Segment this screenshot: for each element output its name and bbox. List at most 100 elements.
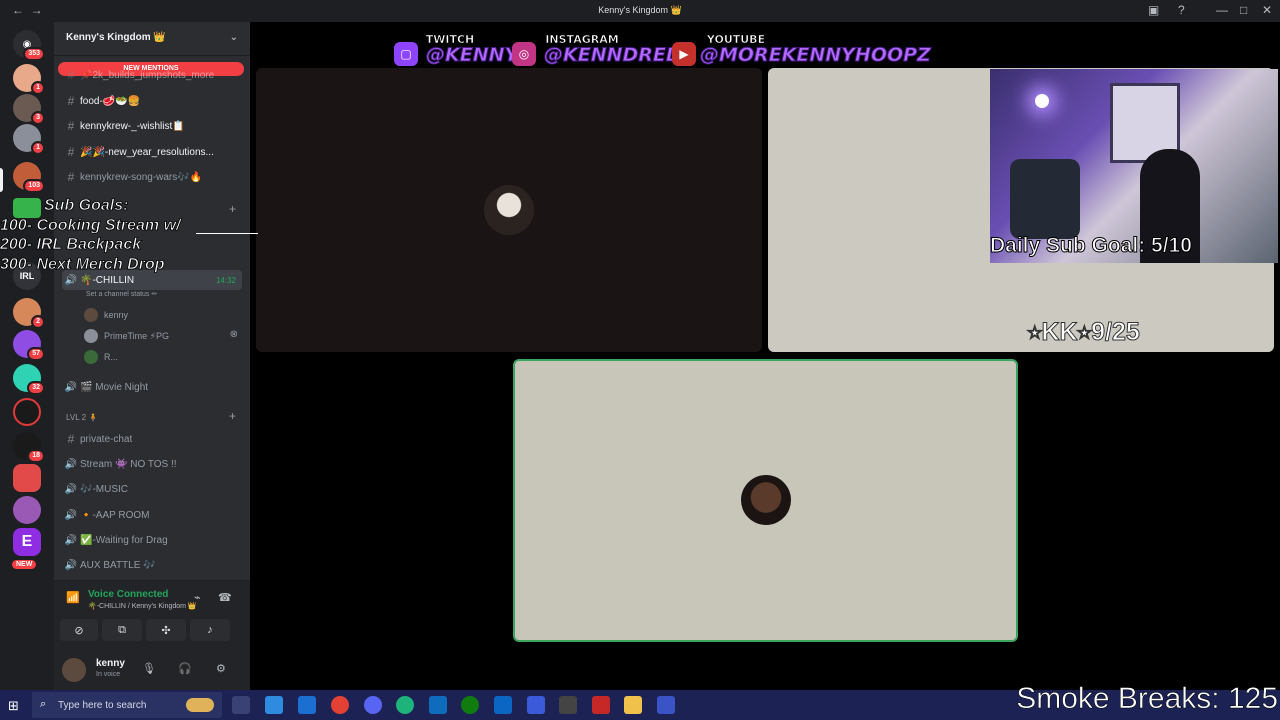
sandwich-icon[interactable] (186, 698, 214, 712)
file-explorer-icon[interactable] (624, 696, 642, 714)
close-button[interactable]: ✕ (1262, 3, 1272, 17)
server-icon[interactable]: 3 (13, 94, 45, 125)
avatar (84, 350, 98, 364)
app-icon[interactable] (592, 696, 610, 714)
instagram-handle: @KENNDRELL (543, 44, 691, 67)
store-icon[interactable] (298, 696, 316, 714)
member-name: kenny (104, 310, 129, 320)
headphones-icon[interactable]: 🎧 (178, 662, 192, 675)
server-icon[interactable]: 2 (13, 298, 45, 329)
app-icon[interactable] (494, 696, 512, 714)
channel-label: 🎉🎉-new_year_resolutions... (80, 146, 214, 158)
maximize-button[interactable]: □ (1240, 3, 1247, 17)
share-screen-button[interactable]: ⧉ (102, 619, 142, 641)
camera-off-button[interactable]: ⊘ (60, 619, 98, 641)
windows-start-icon[interactable]: ⊞ (8, 698, 19, 714)
participant-tile-speaking[interactable] (513, 359, 1018, 642)
app-icon[interactable] (527, 696, 545, 714)
microphone-icon[interactable]: 🎙 (142, 662, 156, 675)
channel-item[interactable]: # private-chat (62, 429, 242, 449)
disconnect-icon[interactable]: ☎ (218, 591, 232, 604)
category-header[interactable]: LVL 2 🧍 (66, 413, 98, 422)
unread-badge: 1 (31, 81, 45, 95)
guild-header[interactable]: Kenny's Kingdom 👑 ⌄ (54, 22, 250, 56)
add-channel-icon[interactable]: + (229, 409, 236, 423)
voice-member[interactable]: kenny (84, 306, 128, 324)
server-icon[interactable]: E (13, 528, 41, 556)
channel-label: 📌2k_builds_jumpshots_more (80, 69, 215, 81)
speaker-icon: 🔊 (64, 458, 78, 470)
server-icon[interactable] (13, 398, 41, 426)
avatar[interactable] (62, 658, 86, 682)
voice-channel[interactable]: 🔊 AUX BATTLE 🎶 (62, 555, 242, 575)
coffee-server-icon[interactable]: 18 (13, 432, 45, 463)
channel-label: 🔸-AAP ROOM (80, 509, 150, 521)
server-icon[interactable]: 103 (13, 162, 45, 193)
channel-item[interactable]: # kennykrew-song-wars🎶🔥 (62, 167, 242, 187)
server-icon[interactable] (13, 464, 41, 492)
server-icon[interactable]: 32 (13, 364, 45, 395)
app-icon[interactable] (657, 696, 675, 714)
voice-channel[interactable]: 🔊 🔸-AAP ROOM (62, 505, 242, 525)
divider (196, 233, 258, 234)
channel-item[interactable]: # 🎉🎉-new_year_resolutions... (62, 142, 242, 162)
kk-date: ⭑KK⭑9/25 (1028, 318, 1141, 347)
channel-item[interactable]: # 📌2k_builds_jumpshots_more (62, 65, 242, 85)
avatar (84, 308, 98, 322)
copilot-icon[interactable] (265, 696, 283, 714)
unread-badge: 18 (27, 449, 45, 463)
voice-member[interactable]: R... (84, 348, 118, 366)
voice-timer: 14:32 (215, 275, 236, 285)
sub-goals-overlay: Sub Goals: 100- Cooking Stream w/ 200- I… (0, 196, 260, 274)
channel-label: 🎶-MUSIC (80, 483, 129, 495)
voice-connected-title: Voice Connected (88, 589, 169, 600)
soundboard-button[interactable]: ♪ (190, 619, 230, 641)
user-status: In voice (96, 671, 121, 678)
channel-label: 🎬 Movie Night (80, 381, 149, 393)
inbox-icon[interactable]: ▣ (1148, 3, 1159, 17)
voice-channel[interactable]: 🔊 Stream 👾 NO TOS !! (62, 454, 242, 474)
title-bar: ← → Kenny's Kingdom 👑 ▣ ? — □ ✕ (0, 0, 1280, 22)
gear-icon[interactable]: ⚙ (216, 662, 226, 675)
server-icon[interactable]: 1 (13, 64, 45, 95)
activities-button[interactable]: ✣ (146, 619, 186, 641)
discord-icon[interactable] (364, 696, 382, 714)
unread-badge: 1 (31, 141, 45, 155)
hash-icon: # (67, 119, 75, 133)
server-icon[interactable]: 1 (13, 124, 45, 155)
app-icon[interactable] (396, 696, 414, 714)
direct-messages-icon[interactable]: ◉ 353 (13, 30, 45, 61)
channel-item[interactable]: # kennykrew-_-wishlist📋 (62, 116, 242, 136)
selected-indicator (0, 168, 3, 192)
channel-status[interactable]: Set a channel status ✏ (86, 290, 157, 298)
speaker-icon: 🔊 (64, 274, 78, 286)
minimize-button[interactable]: — (1216, 3, 1228, 17)
twitch-handle: @KENNY (425, 44, 519, 67)
signal-icon[interactable]: 📶 (66, 591, 80, 604)
voice-channel[interactable]: 🔊 🎬 Movie Night (62, 377, 242, 397)
avatar (84, 329, 98, 343)
search-placeholder: Type here to search (58, 700, 147, 711)
unread-badge: 103 (23, 179, 45, 193)
chrome-icon[interactable] (331, 696, 349, 714)
voice-connected-channel[interactable]: 🌴-CHILLIN / Kenny's Kingdom 👑 (88, 602, 197, 610)
noise-suppression-icon[interactable]: ⌁ (194, 591, 201, 604)
app-icon[interactable] (559, 696, 577, 714)
task-view-icon[interactable] (232, 696, 250, 714)
user-name: kenny (96, 658, 125, 669)
voice-channel[interactable]: 🔊 ✅-Waiting for Drag (62, 530, 242, 550)
twitch-server-icon[interactable]: 57 (13, 330, 45, 361)
voice-member[interactable]: PrimeTime ⚡PG (84, 327, 169, 345)
xbox-icon[interactable] (461, 696, 479, 714)
voice-channel[interactable]: 🔊 🎶-MUSIC (62, 479, 242, 499)
speaker-icon: 🔊 (64, 534, 78, 546)
help-icon[interactable]: ? (1178, 3, 1185, 17)
channel-label: ✅-Waiting for Drag (80, 534, 168, 546)
channel-item[interactable]: # food-🥩🥗🍔 (62, 91, 242, 111)
speaker-icon: 🔊 (64, 509, 78, 521)
search-icon: ⌕ (40, 698, 47, 710)
channel-label: kennykrew-_-wishlist📋 (80, 120, 185, 132)
outlook-icon[interactable] (429, 696, 447, 714)
server-icon[interactable] (13, 496, 41, 524)
participant-tile[interactable] (256, 68, 762, 352)
